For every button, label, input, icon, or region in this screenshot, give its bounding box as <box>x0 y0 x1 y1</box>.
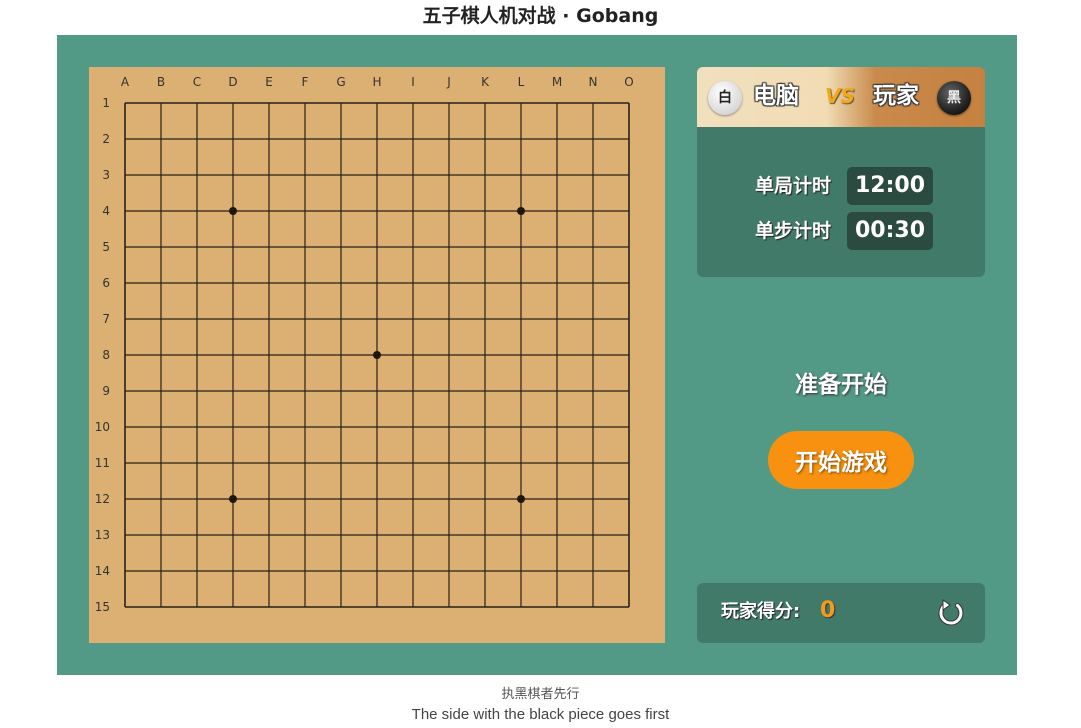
column-label: B <box>156 75 166 89</box>
white-stone-icon: 白 <box>708 81 742 115</box>
row-label: 7 <box>102 312 110 326</box>
column-label: D <box>228 75 238 89</box>
row-label: 9 <box>102 384 110 398</box>
row-label: 15 <box>94 600 110 614</box>
step-timer-label: 单步计时 <box>755 220 832 242</box>
page-title: 五子棋人机对战 · Gobang <box>422 5 659 27</box>
human-player-name: 玩家 <box>873 83 919 109</box>
column-label: O <box>624 75 634 89</box>
score-label: 玩家得分: <box>721 601 801 622</box>
row-label: 10 <box>94 420 110 434</box>
row-label: 12 <box>94 492 110 506</box>
game-timer-value: 12:00 <box>847 167 933 205</box>
footer-note-en: The side with the black piece goes first <box>411 706 670 723</box>
column-label: J <box>447 75 451 89</box>
column-label: E <box>265 75 273 89</box>
row-label: 14 <box>94 564 110 578</box>
timer-panel: 单局计时 12:00 单步计时 00:30 <box>697 127 985 277</box>
go-board[interactable]: A B C D E F G H I J K L M N O 1 2 3 4 5 6 7 8 9 10 11 12 13 14 15 <box>89 67 665 643</box>
row-label: 4 <box>102 204 110 218</box>
computer-player-name: 电脑 <box>753 83 799 109</box>
row-label: 13 <box>94 528 110 542</box>
score-value: 0 <box>820 598 836 623</box>
column-label: M <box>551 75 563 89</box>
players-bar: 白 电脑 VS 玩家 黑 <box>697 67 985 127</box>
column-label: G <box>336 75 346 89</box>
star-point <box>517 207 525 215</box>
vs-label: VS <box>825 84 855 108</box>
row-label: 3 <box>102 168 110 182</box>
row-label: 11 <box>94 456 110 470</box>
row-label: 2 <box>102 132 110 146</box>
column-label: N <box>588 75 598 89</box>
game-panel: A B C D E F G H I J K L M N O 1 2 3 4 5 6 7 8 9 10 11 12 13 14 15 白 电… <box>57 35 1017 675</box>
column-label: F <box>301 75 309 89</box>
game-status: 准备开始 <box>795 372 887 398</box>
column-label: L <box>517 75 525 89</box>
refresh-icon[interactable] <box>935 597 967 629</box>
row-label: 5 <box>102 240 110 254</box>
row-label: 1 <box>102 96 110 110</box>
star-point <box>229 495 237 503</box>
column-label: H <box>372 75 382 89</box>
footer-note-cn: 执黑棋者先行 <box>501 687 580 702</box>
step-timer-value: 00:30 <box>847 212 933 250</box>
black-stone-icon: 黑 <box>937 81 971 115</box>
row-label: 6 <box>102 276 110 290</box>
column-label: I <box>411 75 415 89</box>
score-panel: 玩家得分: 0 <box>697 583 985 643</box>
start-game-button[interactable]: 开始游戏 <box>768 431 914 489</box>
star-point <box>373 351 381 359</box>
star-point <box>229 207 237 215</box>
column-label: A <box>120 75 130 89</box>
board-grid[interactable] <box>89 67 665 643</box>
game-timer-label: 单局计时 <box>755 175 832 197</box>
column-label: C <box>192 75 202 89</box>
column-label: K <box>481 75 489 89</box>
star-point <box>517 495 525 503</box>
row-label: 8 <box>102 348 110 362</box>
